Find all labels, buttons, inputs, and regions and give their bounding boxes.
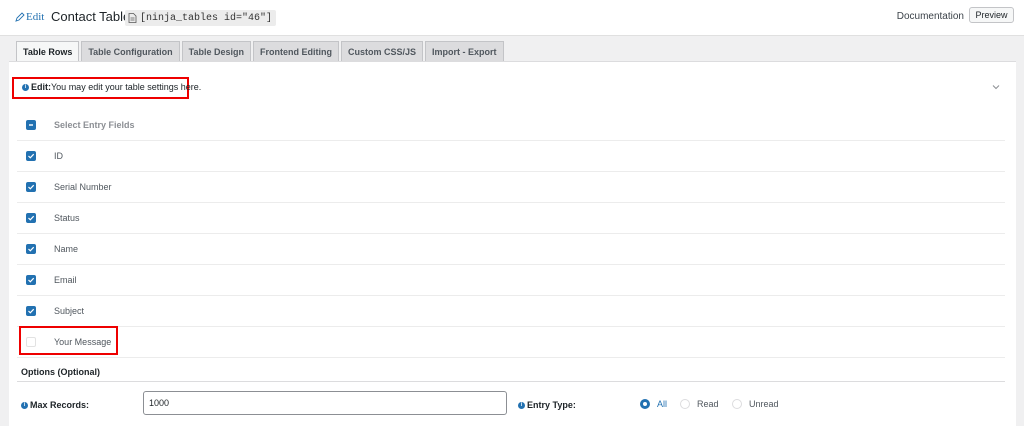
radio-unread-label: Unread — [749, 399, 779, 409]
select-all-label: Select Entry Fields — [54, 120, 135, 130]
info-icon: i — [21, 401, 28, 409]
entry-type-unread[interactable]: Unread — [732, 399, 779, 409]
radio-read[interactable] — [680, 399, 690, 409]
tab-frontend-editing[interactable]: Frontend Editing — [253, 41, 340, 61]
tab-table-design[interactable]: Table Design — [181, 41, 252, 61]
field-row-name[interactable]: Name — [17, 234, 1005, 265]
field-checkbox-serial-number[interactable] — [26, 182, 36, 192]
checkmark-icon — [28, 215, 35, 221]
checkmark-icon — [28, 277, 35, 283]
checkmark-icon — [28, 153, 35, 159]
table-rows-panel: i Edit: You may edit your table settings… — [9, 61, 1016, 426]
pencil-icon — [15, 12, 25, 22]
max-records-input[interactable] — [143, 391, 507, 415]
shortcode-badge[interactable]: [ninja_tables id="46"] — [125, 10, 277, 26]
field-checkbox-status[interactable] — [26, 213, 36, 223]
select-all-checkbox[interactable] — [26, 120, 36, 130]
field-checkbox-email[interactable] — [26, 275, 36, 285]
radio-all-label: All — [657, 399, 668, 409]
message-highlight — [19, 326, 118, 355]
entry-type-label-text: Entry Type: — [527, 400, 576, 410]
options-divider — [17, 381, 1005, 382]
chevron-down-icon[interactable] — [992, 84, 1000, 90]
settings-tabs: Table Rows Table Configuration Table Des… — [16, 41, 504, 62]
options-heading: Options (Optional) — [21, 367, 100, 377]
field-label-email: Email — [54, 275, 77, 285]
field-row-status[interactable]: Status — [17, 203, 1005, 234]
radio-unread[interactable] — [732, 399, 742, 409]
tab-import-export[interactable]: Import - Export — [425, 41, 504, 61]
file-icon — [128, 13, 137, 23]
entry-type-label: i Entry Type: — [518, 400, 576, 410]
radio-read-label: Read — [697, 399, 719, 409]
field-label-id: ID — [54, 151, 63, 161]
page-header: Edit Contact Table [ninja_tables id="46"… — [0, 0, 1024, 36]
documentation-link[interactable]: Documentation — [897, 11, 964, 22]
info-icon: i — [22, 83, 29, 91]
max-records-label: i Max Records: — [21, 400, 89, 410]
field-label-status: Status — [54, 213, 80, 223]
tab-table-configuration[interactable]: Table Configuration — [81, 41, 180, 61]
entry-type-read[interactable]: Read — [680, 399, 719, 409]
preview-button[interactable]: Preview — [969, 7, 1014, 23]
checkmark-icon — [28, 184, 35, 190]
shortcode-text: [ninja_tables id="46"] — [140, 12, 273, 24]
field-row-serial-number[interactable]: Serial Number — [17, 172, 1005, 203]
checkmark-icon — [28, 308, 35, 314]
field-checkbox-name[interactable] — [26, 244, 36, 254]
edit-link-label: Edit — [26, 11, 45, 23]
field-row-email[interactable]: Email — [17, 265, 1005, 296]
checkmark-icon — [28, 246, 35, 252]
field-row-id[interactable]: ID — [17, 141, 1005, 172]
info-icon: i — [518, 401, 525, 409]
field-checkbox-id[interactable] — [26, 151, 36, 161]
max-records-label-text: Max Records: — [30, 400, 90, 410]
notice-bold: Edit: — [31, 82, 51, 92]
edit-link[interactable]: Edit — [15, 11, 44, 23]
field-row-subject[interactable]: Subject — [17, 296, 1005, 327]
field-label-name: Name — [54, 244, 79, 254]
minus-icon — [29, 124, 33, 126]
radio-all[interactable] — [640, 399, 650, 409]
page-title: Contact Table — [51, 9, 131, 24]
field-row-your-message[interactable]: Your Message — [17, 327, 1005, 358]
entry-type-all[interactable]: All — [640, 399, 667, 409]
tab-custom-css-js[interactable]: Custom CSS/JS — [341, 41, 424, 61]
tab-table-rows[interactable]: Table Rows — [16, 41, 80, 62]
field-label-serial-number: Serial Number — [54, 182, 112, 192]
notice-text: You may edit your table settings here. — [51, 82, 202, 92]
field-checkbox-subject[interactable] — [26, 306, 36, 316]
edit-notice: i Edit: You may edit your table settings… — [22, 82, 201, 92]
select-all-row[interactable]: Select Entry Fields — [17, 110, 1005, 141]
field-label-subject: Subject — [54, 306, 85, 316]
